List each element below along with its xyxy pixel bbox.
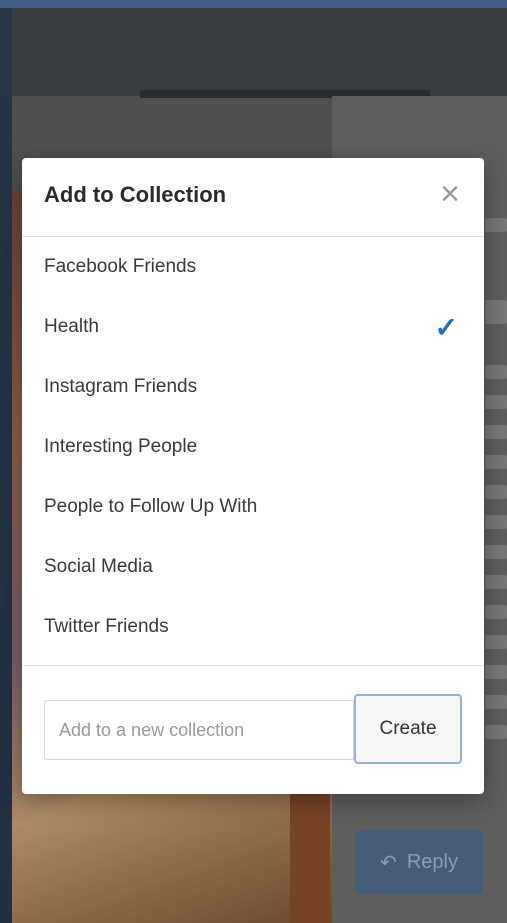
collection-item[interactable]: People to Follow Up With [22, 477, 484, 537]
collection-item[interactable]: Twitter Friends [22, 597, 484, 657]
collection-item[interactable]: Facebook Friends [22, 237, 484, 297]
collection-item[interactable]: Social Media [22, 537, 484, 597]
collection-item[interactable]: Interesting People [22, 417, 484, 477]
checkmark-icon: ✓ [434, 312, 458, 343]
collection-label: Facebook Friends [44, 256, 197, 277]
dialog-title: Add to Collection [44, 182, 227, 207]
collection-label: Social Media [44, 556, 153, 577]
collection-label: People to Follow Up With [44, 496, 258, 517]
collection-item[interactable]: Instagram Friends [22, 357, 484, 417]
collection-label: Interesting People [44, 436, 198, 457]
collection-item[interactable]: Health ✓ [22, 297, 484, 357]
dialog-header: Add to Collection × [22, 158, 484, 237]
new-collection-input[interactable] [44, 700, 354, 760]
close-button[interactable]: × [432, 176, 468, 212]
collection-label: Instagram Friends [44, 376, 198, 397]
add-to-collection-dialog: Add to Collection × Facebook Friends Hea… [22, 158, 484, 794]
collection-label: Health [44, 316, 99, 337]
collection-list: Facebook Friends Health ✓ Instagram Frie… [22, 237, 484, 657]
create-button[interactable]: Create [354, 694, 462, 764]
close-icon: × [440, 175, 460, 213]
collection-label: Twitter Friends [44, 616, 169, 637]
dialog-footer: Create [22, 666, 484, 800]
